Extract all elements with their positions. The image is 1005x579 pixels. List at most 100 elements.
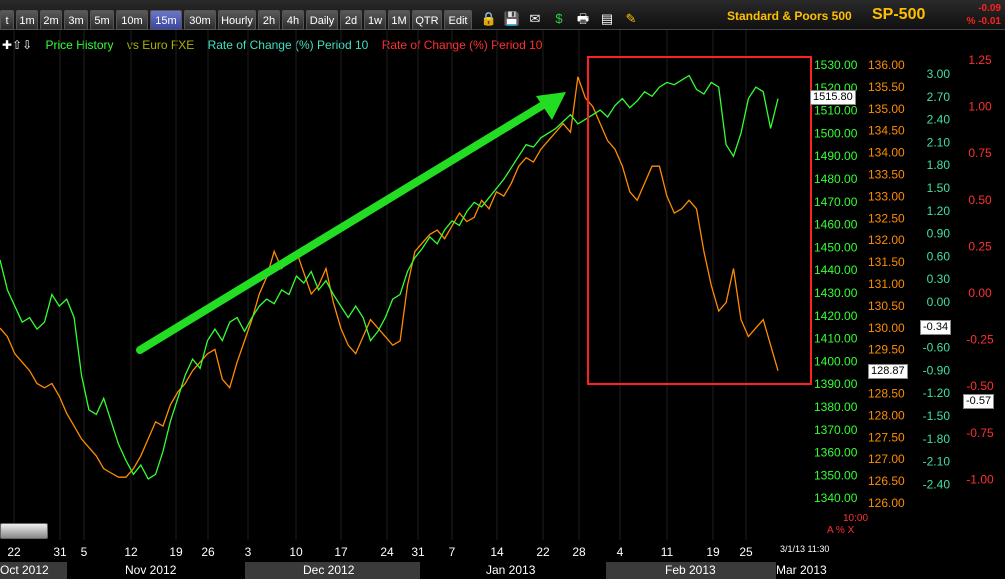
- roc-axis-label: 0.00: [927, 295, 951, 309]
- red-time-label: 10:00: [843, 513, 869, 524]
- fxe-axis-label: 128.50: [868, 387, 905, 401]
- date-tick-label: 17: [334, 545, 348, 559]
- roc-red-axis-label: 0.75: [968, 146, 992, 160]
- fxe-axis-label: 132.00: [868, 233, 905, 247]
- roc-axis-label: 0.30: [927, 272, 951, 286]
- roc-axis-label: -1.80: [923, 432, 951, 446]
- roc-axis-label: 2.10: [927, 135, 951, 149]
- spx-axis-label: 1480.00: [814, 172, 858, 186]
- roc-axis-label: 1.80: [927, 158, 951, 172]
- date-tick-label: 22: [536, 545, 550, 559]
- spx-axis-label: 1460.00: [814, 218, 858, 232]
- date-tick-label: 22: [7, 545, 21, 559]
- month-oct-2012: Oct 2012: [0, 562, 67, 579]
- spx-axis-label: 1360.00: [814, 446, 858, 460]
- spx-axis-label: 1490.00: [814, 149, 858, 163]
- fxe-axis-label: 132.50: [868, 211, 905, 225]
- roc-axis-label: -1.50: [923, 409, 951, 423]
- spx-last-value: 1515.80: [810, 90, 856, 105]
- fxe-axis-label: 131.50: [868, 255, 905, 269]
- fxe-axis-label: 127.50: [868, 430, 905, 444]
- roc-red-axis-label: 0.00: [968, 286, 992, 300]
- roc-red-last-value: -0.57: [963, 394, 995, 409]
- spx-axis-label: 1440.00: [814, 263, 858, 277]
- roc-axis-label: -1.20: [923, 386, 951, 400]
- trend-arrow-shaft: [136, 98, 552, 354]
- date-tick-label: 12: [124, 545, 138, 559]
- fxe-axis-label: 136.00: [868, 58, 905, 72]
- roc-red-axis-label: -1.00: [966, 472, 994, 486]
- fxe-axis-label: 130.50: [868, 299, 905, 313]
- spx-axis-label: 1450.00: [814, 240, 858, 254]
- month-dec-2012: Dec 2012: [245, 562, 420, 579]
- roc-axis-label: 0.60: [927, 249, 951, 263]
- month-nov-2012: Nov 2012: [125, 563, 177, 577]
- date-tick-label: 26: [201, 545, 215, 559]
- roc-axis-label: 3.00: [927, 67, 951, 81]
- month-jan-2013: Jan 2013: [486, 563, 536, 577]
- date-tick-label: 7: [449, 545, 456, 559]
- spx-axis-label: 1370.00: [814, 423, 858, 437]
- roc-axis-label: 0.90: [927, 227, 951, 241]
- fxe-axis-label: 134.50: [868, 124, 905, 138]
- roc-last-value: -0.34: [920, 320, 952, 335]
- date-tick-label: 19: [706, 545, 720, 559]
- date-tick-label: 31: [53, 545, 67, 559]
- roc-red-axis-label: -0.50: [966, 379, 994, 393]
- fxe-axis-label: 126.50: [868, 474, 905, 488]
- spx-axis-label: 1530.00: [814, 58, 858, 72]
- date-tick-label: 25: [739, 545, 753, 559]
- spx-axis-label: 1430.00: [814, 286, 858, 300]
- date-tick-label: 14: [490, 545, 504, 559]
- roc-axis-label: 2.40: [927, 113, 951, 127]
- highlight-box: [587, 56, 812, 385]
- date-tick-label: 28: [572, 545, 586, 559]
- fxe-axis-label: 129.50: [868, 343, 905, 357]
- spx-axis-label: 1390.00: [814, 377, 858, 391]
- timestamp-label: 3/1/13 11:30: [780, 544, 830, 554]
- spx-axis-label: 1510.00: [814, 104, 858, 118]
- fxe-axis-label: 128.00: [868, 408, 905, 422]
- fxe-axis-label: 135.00: [868, 102, 905, 116]
- fxe-axis-label: 135.50: [868, 80, 905, 94]
- date-tick-label: 24: [380, 545, 394, 559]
- date-tick-label: 5: [81, 545, 88, 559]
- roc-axis-label: -0.90: [923, 363, 951, 377]
- fxe-axis-label: 134.00: [868, 146, 905, 160]
- fxe-axis-label: 133.00: [868, 189, 905, 203]
- roc-axis-label: 1.50: [927, 181, 951, 195]
- chart-corner-controls[interactable]: A % X: [827, 525, 854, 536]
- fxe-axis-label: 131.00: [868, 277, 905, 291]
- spx-series-line: [0, 74, 779, 480]
- roc-red-axis-label: 0.25: [968, 239, 992, 253]
- fxe-series-line: [0, 76, 779, 478]
- roc-red-axis-label: -0.75: [966, 426, 994, 440]
- roc-red-axis-label: -0.25: [966, 333, 994, 347]
- roc-axis-label: 1.20: [927, 204, 951, 218]
- date-tick-label: 11: [661, 545, 674, 559]
- month-feb-2013: Feb 2013: [606, 562, 776, 579]
- spx-axis-label: 1500.00: [814, 126, 858, 140]
- roc-red-axis-label: 1.00: [968, 100, 992, 114]
- roc-axis-label: 2.70: [927, 90, 951, 104]
- roc-red-axis-label: 1.25: [968, 53, 992, 67]
- spx-axis-label: 1420.00: [814, 309, 858, 323]
- spx-axis-label: 1380.00: [814, 400, 858, 414]
- spx-axis-label: 1350.00: [814, 468, 858, 482]
- date-tick-label: 31: [411, 545, 425, 559]
- chart-scrollbar[interactable]: [0, 523, 48, 539]
- roc-axis-label: -2.40: [923, 477, 951, 491]
- spx-axis-label: 1340.00: [814, 491, 858, 505]
- spx-axis-label: 1400.00: [814, 354, 858, 368]
- fxe-axis-label: 126.00: [868, 496, 905, 510]
- fxe-axis-label: 127.00: [868, 452, 905, 466]
- roc-axis-label: -2.10: [923, 455, 951, 469]
- price-chart[interactable]: 22 31 5 12 19 26 3 10 17 24 31 7 14 22 28 4 11 19 25 1530.0…: [0, 0, 1005, 579]
- fxe-axis-label: 130.00: [868, 321, 905, 335]
- roc-axis-label: -0.60: [923, 341, 951, 355]
- fxe-last-value: 128.87: [868, 364, 908, 379]
- spx-axis-label: 1470.00: [814, 195, 858, 209]
- fxe-axis-label: 133.50: [868, 168, 905, 182]
- spx-axis-label: 1410.00: [814, 332, 858, 346]
- month-mar-2013: Mar 2013: [776, 563, 827, 577]
